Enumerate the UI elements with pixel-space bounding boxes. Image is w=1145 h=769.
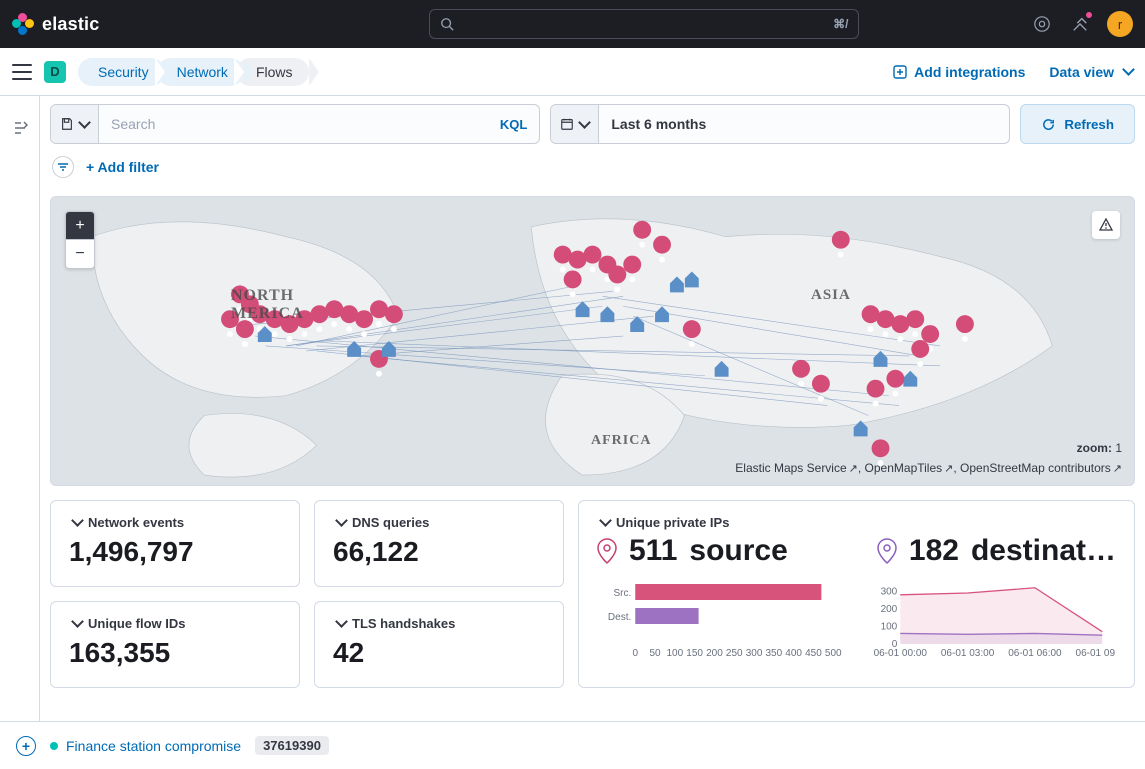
svg-text:Src.: Src.	[613, 588, 631, 599]
svg-text:06-01 09:00: 06-01 09:00	[1075, 648, 1116, 658]
timeline-event-count: 37619390	[255, 736, 329, 755]
attr-osm[interactable]: OpenStreetMap contributors	[960, 461, 1122, 475]
map-attribution: Elastic Maps Service, OpenMapTiles, Open…	[735, 461, 1122, 475]
map-zoom-level: zoom: 1	[1077, 441, 1122, 455]
map-label-africa: AFRICA	[591, 433, 651, 449]
refresh-button[interactable]: Refresh	[1020, 104, 1135, 144]
chevron-down-icon[interactable]	[69, 616, 82, 631]
svg-text:350: 350	[766, 648, 783, 658]
unique-flow-value: 163,355	[69, 637, 281, 669]
date-range-picker: Last 6 months	[550, 104, 1010, 144]
newsfeed-icon[interactable]	[1069, 13, 1091, 35]
brand-logo[interactable]: elastic	[12, 13, 99, 35]
ip-bar-chart: Src. Dest. 0 50 100150200250300350400450500	[597, 582, 848, 658]
chevron-down-icon[interactable]	[597, 515, 610, 530]
destination-pin-icon	[877, 538, 897, 564]
network-events-card: Network events 1,496,797	[50, 500, 300, 587]
map-zoom-controls: + −	[65, 211, 95, 269]
svg-text:100: 100	[880, 621, 897, 632]
dns-queries-card: DNS queries 66,122	[314, 500, 564, 587]
timeline-bottom-bar: + Finance station compromise 37619390	[0, 721, 1145, 769]
global-header: elastic ⌘/ r	[0, 0, 1145, 48]
svg-text:50: 50	[649, 648, 661, 658]
help-icon[interactable]	[1031, 13, 1053, 35]
timeline-flyout-toggle[interactable]	[0, 96, 40, 721]
svg-text:06-01 00:00: 06-01 00:00	[873, 648, 927, 658]
attr-openmaptiles[interactable]: OpenMapTiles	[865, 461, 954, 475]
shortcut-hint: ⌘/	[833, 17, 848, 31]
ip-line-chart: 010020030006-01 00:0006-01 03:0006-01 06…	[866, 582, 1117, 658]
app-subheader: D Security Network Flows Add integration…	[0, 48, 1145, 96]
svg-text:400: 400	[785, 648, 802, 658]
svg-text:06-01 06:00: 06-01 06:00	[1008, 648, 1062, 658]
breadcrumb-security[interactable]: Security	[78, 58, 165, 86]
svg-text:450: 450	[805, 648, 822, 658]
brand-text: elastic	[42, 14, 99, 35]
svg-text:500: 500	[825, 648, 842, 658]
svg-text:200: 200	[706, 648, 723, 658]
svg-text:150: 150	[686, 648, 703, 658]
svg-text:0: 0	[632, 648, 638, 658]
collapse-nav-icon[interactable]	[12, 64, 32, 80]
user-avatar[interactable]: r	[1107, 11, 1133, 37]
status-indicator-icon	[50, 742, 58, 750]
quick-select-button[interactable]	[551, 105, 599, 143]
svg-text:300: 300	[746, 648, 763, 658]
add-integrations-link[interactable]: Add integrations	[892, 64, 1025, 80]
add-timeline-button[interactable]: +	[16, 736, 36, 756]
space-selector[interactable]: D	[44, 61, 66, 83]
search-icon	[440, 17, 454, 31]
chevron-down-icon[interactable]	[333, 616, 346, 631]
notification-dot-icon	[1085, 11, 1093, 19]
saved-query-button[interactable]	[51, 105, 99, 143]
tls-value: 42	[333, 637, 545, 669]
map-warning-icon[interactable]	[1092, 211, 1120, 239]
query-input[interactable]: Search	[99, 105, 488, 143]
calendar-icon	[560, 117, 574, 131]
map-label-asia: ASIA	[811, 287, 851, 304]
disk-icon	[60, 117, 74, 131]
attr-elastic-maps[interactable]: Elastic Maps Service	[735, 461, 858, 475]
query-language-switcher[interactable]: KQL	[488, 105, 539, 143]
add-filter-button[interactable]: + Add filter	[86, 159, 159, 175]
unique-ips-card: Unique private IPs 511 source 182 destin…	[578, 500, 1135, 688]
unique-flow-card: Unique flow IDs 163,355	[50, 601, 300, 688]
data-view-selector[interactable]: Data view	[1049, 64, 1133, 80]
elastic-logo-icon	[12, 13, 34, 35]
expand-icon	[12, 120, 28, 136]
date-range-display[interactable]: Last 6 months	[599, 105, 1009, 143]
zoom-out-button[interactable]: −	[66, 240, 94, 268]
source-ip-count: 511	[629, 534, 677, 568]
tls-card: TLS handshakes 42	[314, 601, 564, 688]
breadcrumb: Security Network Flows	[78, 58, 301, 86]
filter-options-icon[interactable]	[52, 156, 74, 178]
refresh-icon	[1041, 117, 1056, 132]
svg-text:Dest.: Dest.	[608, 612, 631, 623]
dest-ip-count: 182	[909, 534, 959, 568]
svg-text:06-01 03:00: 06-01 03:00	[940, 648, 994, 658]
integration-icon	[892, 64, 908, 80]
active-timeline-link[interactable]: Finance station compromise	[66, 738, 241, 754]
map-label-north-america: NORTH MERICA	[231, 287, 304, 323]
source-pin-icon	[597, 538, 617, 564]
global-search-input[interactable]: ⌘/	[429, 9, 859, 39]
svg-text:100: 100	[667, 648, 684, 658]
chevron-down-icon[interactable]	[333, 515, 346, 530]
query-bar: Search KQL	[50, 104, 540, 144]
dns-queries-value: 66,122	[333, 536, 545, 568]
network-map[interactable]: NORTH MERICA ASIA AFRICA + − zoom: 1 Ela…	[50, 196, 1135, 486]
network-events-value: 1,496,797	[69, 536, 281, 568]
svg-text:200: 200	[880, 604, 897, 615]
chevron-down-icon[interactable]	[69, 515, 82, 530]
zoom-in-button[interactable]: +	[66, 212, 94, 240]
svg-text:250: 250	[726, 648, 743, 658]
svg-text:300: 300	[880, 586, 897, 597]
